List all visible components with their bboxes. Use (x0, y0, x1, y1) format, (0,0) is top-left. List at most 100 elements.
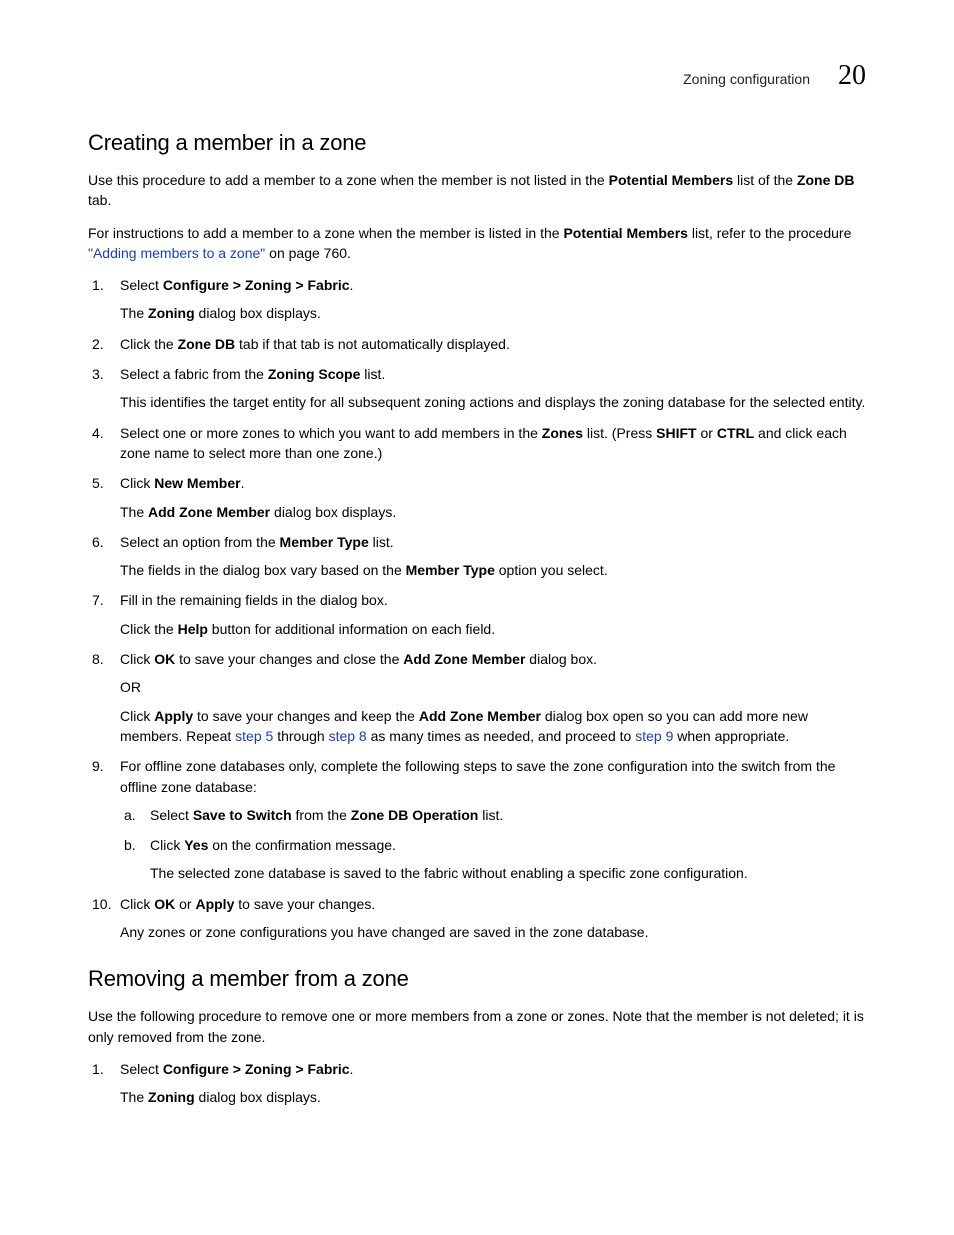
text: through (273, 728, 328, 744)
link-step-9[interactable]: step 9 (635, 728, 673, 744)
text: Click (120, 475, 154, 491)
text: list. (Press (583, 425, 656, 441)
text-bold: Zoning (148, 1089, 195, 1105)
removing-step-1: Select Configure > Zoning > Fabric. The … (88, 1059, 866, 1108)
text: tab. (88, 192, 111, 208)
text-bold: OK (154, 651, 175, 667)
text: Fill in the remaining fields in the dial… (120, 592, 388, 608)
text: Click (150, 837, 184, 853)
text-bold: Zone DB Operation (351, 807, 479, 823)
running-header: Zoning configuration 20 (88, 60, 866, 92)
text-bold: Add Zone Member (419, 708, 541, 724)
text-bold: Potential Members (609, 172, 733, 188)
text: to save your changes and close the (175, 651, 403, 667)
text: Click (120, 651, 154, 667)
step-9: For offline zone databases only, complet… (88, 756, 866, 883)
steps-removing: Select Configure > Zoning > Fabric. The … (88, 1059, 866, 1108)
text: Select (120, 1061, 163, 1077)
text: to save your changes and keep the (193, 708, 419, 724)
text: . (350, 1061, 354, 1077)
heading-creating: Creating a member in a zone (88, 130, 866, 156)
intro-paragraph-1: Use this procedure to add a member to a … (88, 170, 866, 211)
text: Select (120, 277, 163, 293)
text-bold: Potential Members (563, 225, 687, 241)
link-step-8[interactable]: step 8 (329, 728, 367, 744)
text: option you select. (495, 562, 608, 578)
text: Select an option from the (120, 534, 280, 550)
step-9a: Select Save to Switch from the Zone DB O… (120, 805, 866, 825)
text-bold: Save to Switch (193, 807, 292, 823)
step-5: Click New Member. The Add Zone Member di… (88, 473, 866, 522)
text: list of the (733, 172, 797, 188)
step-8-alt: Click Apply to save your changes and kee… (120, 706, 866, 747)
text: list. (360, 366, 385, 382)
step-1-result: The Zoning dialog box displays. (120, 303, 866, 323)
page: Zoning configuration 20 Creating a membe… (0, 0, 954, 1235)
text: list, refer to the procedure (688, 225, 851, 241)
text: dialog box displays. (195, 1089, 321, 1105)
text: as many times as needed, and proceed to (367, 728, 636, 744)
text: on page 760. (265, 245, 351, 261)
text-bold: Zoning Scope (268, 366, 361, 382)
header-section-label: Zoning configuration (683, 71, 810, 87)
text: Click the (120, 621, 178, 637)
text-bold: New Member (154, 475, 240, 491)
header-chapter-number: 20 (838, 60, 866, 92)
step-3: Select a fabric from the Zoning Scope li… (88, 364, 866, 413)
text-bold: Zoning (148, 305, 195, 321)
text: button for additional information on eac… (208, 621, 495, 637)
step-10: Click OK or Apply to save your changes. … (88, 894, 866, 943)
text: For offline zone databases only, complet… (120, 758, 835, 794)
step-9b: Click Yes on the confirmation message. T… (120, 835, 866, 884)
text-bold: CTRL (717, 425, 754, 441)
step-8-or: OR (120, 677, 866, 697)
text: dialog box displays. (270, 504, 396, 520)
text: when appropriate. (673, 728, 789, 744)
text-bold: Configure > Zoning > Fabric (163, 1061, 350, 1077)
text: tab if that tab is not automatically dis… (235, 336, 510, 352)
step-6-note: The fields in the dialog box vary based … (120, 560, 866, 580)
step-4: Select one or more zones to which you wa… (88, 423, 866, 464)
text-bold: Zone DB (178, 336, 236, 352)
step-10-result: Any zones or zone configurations you hav… (120, 922, 866, 942)
text-bold: SHIFT (656, 425, 696, 441)
text: list. (478, 807, 503, 823)
step-7-note: Click the Help button for additional inf… (120, 619, 866, 639)
text: Click (120, 708, 154, 724)
link-adding-members[interactable]: "Adding members to a zone" (88, 245, 265, 261)
text-bold: Add Zone Member (403, 651, 525, 667)
steps-creating: Select Configure > Zoning > Fabric. The … (88, 275, 866, 942)
text: The (120, 1089, 148, 1105)
text: For instructions to add a member to a zo… (88, 225, 563, 241)
text: Select a fabric from the (120, 366, 268, 382)
text: Click the (120, 336, 178, 352)
text-bold: Zones (542, 425, 583, 441)
text: Select (150, 807, 193, 823)
text-bold: Configure > Zoning > Fabric (163, 277, 350, 293)
step-9b-result: The selected zone database is saved to t… (150, 863, 866, 883)
text: The fields in the dialog box vary based … (120, 562, 406, 578)
text-bold: Yes (184, 837, 208, 853)
heading-removing: Removing a member from a zone (88, 966, 866, 992)
step-6: Select an option from the Member Type li… (88, 532, 866, 581)
text-bold: Add Zone Member (148, 504, 270, 520)
link-step-5[interactable]: step 5 (235, 728, 273, 744)
step-7: Fill in the remaining fields in the dial… (88, 590, 866, 639)
text-bold: Apply (195, 896, 234, 912)
step-9-substeps: Select Save to Switch from the Zone DB O… (120, 805, 866, 884)
text-bold: Member Type (406, 562, 495, 578)
text: . (241, 475, 245, 491)
text-bold: Apply (154, 708, 193, 724)
step-1: Select Configure > Zoning > Fabric. The … (88, 275, 866, 324)
text-bold: Member Type (280, 534, 369, 550)
text: The (120, 504, 148, 520)
text: list. (369, 534, 394, 550)
text: . (350, 277, 354, 293)
text-bold: Zone DB (797, 172, 855, 188)
text: to save your changes. (234, 896, 375, 912)
text: or (697, 425, 717, 441)
step-5-result: The Add Zone Member dialog box displays. (120, 502, 866, 522)
text: Use this procedure to add a member to a … (88, 172, 609, 188)
intro-paragraph-2: For instructions to add a member to a zo… (88, 223, 866, 264)
text: Select one or more zones to which you wa… (120, 425, 542, 441)
